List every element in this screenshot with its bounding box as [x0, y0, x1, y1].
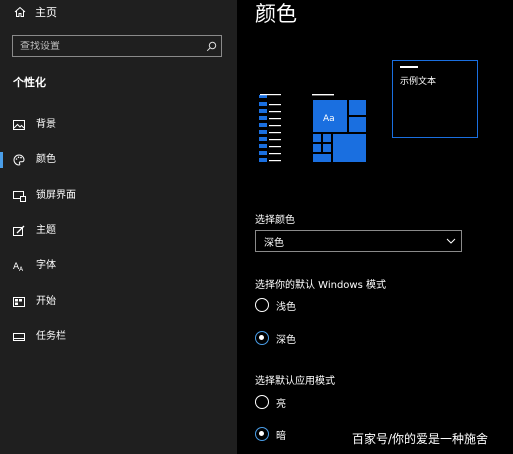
app-mode-light-radio[interactable]: 亮 [255, 394, 286, 410]
brush-icon [12, 224, 26, 238]
start-icon [12, 295, 26, 309]
home-link[interactable]: 主页 [14, 4, 57, 20]
radio-label: 深色 [276, 334, 296, 346]
search-box[interactable] [12, 35, 222, 57]
picture-icon [12, 118, 26, 132]
svg-text:A: A [19, 266, 24, 272]
taskbar-icon [12, 330, 26, 344]
sidebar-item-themes[interactable]: 主题 [0, 220, 237, 242]
page-title: 颜色 [255, 2, 297, 26]
sidebar-item-label: 锁屏界面 [36, 190, 76, 201]
sidebar-item-background[interactable]: 背景 [0, 114, 237, 136]
home-label: 主页 [35, 6, 57, 19]
search-icon[interactable] [201, 36, 221, 56]
radio-circle-selected[interactable] [255, 427, 269, 441]
sidebar-item-fonts[interactable]: AA 字体 [0, 255, 237, 277]
sidebar-item-label: 任务栏 [36, 331, 66, 342]
radio-circle[interactable] [255, 298, 269, 312]
font-icon: AA [12, 259, 26, 273]
windows-mode-label: 选择你的默认 Windows 模式 [255, 280, 386, 291]
app-mode-label: 选择默认应用模式 [255, 376, 335, 387]
sidebar-item-label: 背景 [36, 119, 56, 130]
choose-color-label: 选择颜色 [255, 215, 295, 226]
choose-color-value: 深色 [264, 237, 284, 249]
sample-title-bar [400, 66, 418, 68]
active-indicator [0, 152, 3, 168]
sample-text: 示例文本 [400, 77, 437, 87]
sample-text-box: 示例文本 [392, 60, 478, 138]
windows-mode-dark-radio[interactable]: 深色 [255, 330, 296, 346]
radio-circle[interactable] [255, 395, 269, 409]
radio-label: 浅色 [276, 301, 296, 313]
sidebar-item-taskbar[interactable]: 任务栏 [0, 326, 237, 348]
tile-text: Aa [323, 114, 335, 124]
sidebar-item-colors[interactable]: 颜色 [0, 149, 237, 171]
radio-label: 暗 [276, 430, 286, 442]
home-icon [14, 3, 26, 22]
sidebar: 主页 个性化 背景 颜色 锁屏界面 主题 AA [0, 0, 237, 454]
radio-label: 亮 [276, 398, 286, 410]
chevron-down-icon [441, 238, 461, 244]
section-title: 个性化 [13, 76, 46, 89]
search-input[interactable] [13, 40, 201, 52]
choose-color-select[interactable]: 深色 [255, 230, 462, 252]
sidebar-item-start[interactable]: 开始 [0, 291, 237, 313]
sidebar-item-label: 主题 [36, 225, 56, 236]
windows-mode-light-radio[interactable]: 浅色 [255, 297, 296, 313]
app-mode-dark-radio[interactable]: 暗 [255, 426, 286, 442]
sidebar-item-label: 字体 [36, 260, 56, 271]
watermark: 百家号/你的爱是一种施舍 [352, 432, 489, 446]
lock-screen-icon [12, 189, 26, 203]
sidebar-item-label: 开始 [36, 296, 56, 307]
radio-circle-selected[interactable] [255, 331, 269, 345]
sidebar-item-label: 颜色 [36, 154, 56, 165]
sidebar-item-lock-screen[interactable]: 锁屏界面 [0, 185, 237, 207]
palette-icon [12, 153, 26, 167]
